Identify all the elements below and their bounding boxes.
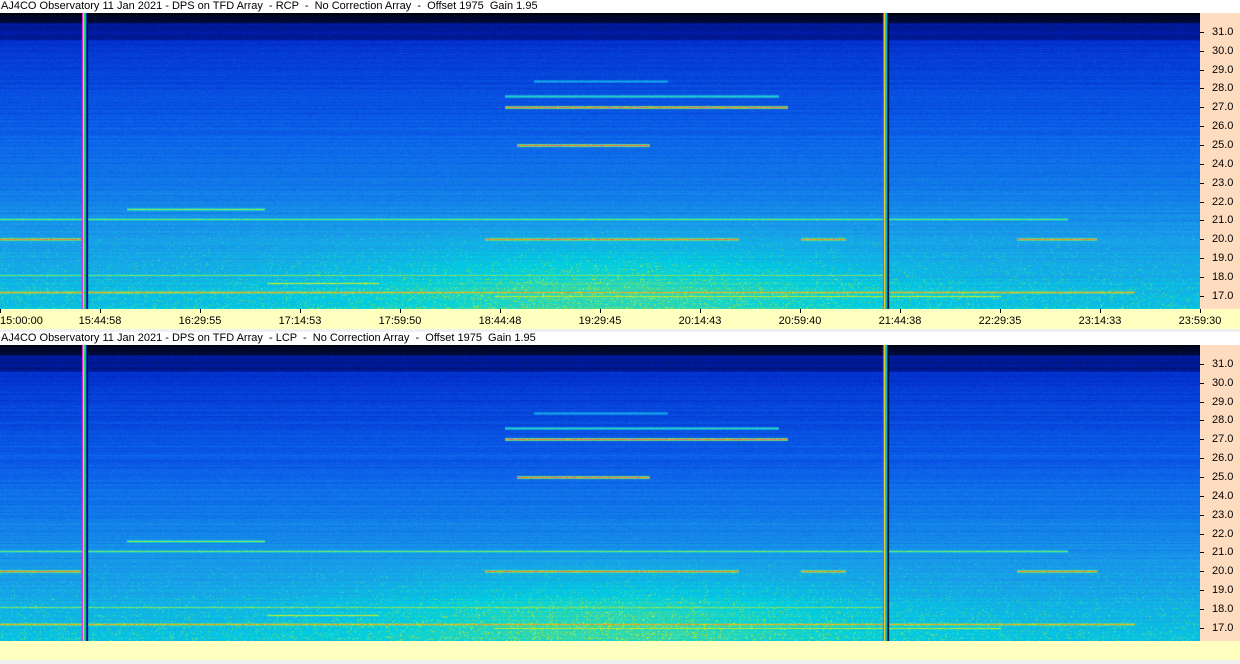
y-tick-label: 19.0 — [1212, 584, 1234, 597]
x-tick — [1200, 309, 1201, 313]
y-tick — [1200, 533, 1204, 535]
y-tick-label: 31.0 — [1212, 25, 1234, 38]
y-tick-label: 30.0 — [1212, 44, 1234, 57]
y-tick-label: 29.0 — [1212, 63, 1234, 76]
lcp-panel: AJ4CO Observatory 11 Jan 2021 - DPS on T… — [0, 332, 1240, 664]
y-tick — [1200, 401, 1204, 403]
x-tick-label: 15:44:58 — [78, 315, 122, 327]
x-tick — [100, 309, 101, 313]
x-tick-label: 19:29:45 — [578, 315, 622, 327]
rcp-time-axis: 15:00:00 15:44:58 16:29:55 17:14:53 17:59:50… — [0, 309, 1240, 329]
y-tick — [1200, 458, 1204, 460]
y-tick-label: 27.0 — [1212, 433, 1234, 446]
y-tick — [1200, 514, 1204, 516]
x-tick — [500, 309, 501, 313]
rcp-panel-title: AJ4CO Observatory 11 Jan 2021 - DPS on T… — [0, 0, 1240, 13]
y-tick-label: 20.0 — [1212, 565, 1234, 578]
y-tick-label: 23.0 — [1212, 176, 1234, 189]
y-tick — [1200, 627, 1204, 629]
x-tick — [700, 309, 701, 313]
y-tick — [1200, 182, 1204, 184]
y-tick-label: 23.0 — [1212, 508, 1234, 521]
x-tick — [900, 309, 901, 313]
y-tick-label: 28.0 — [1212, 82, 1234, 95]
y-tick-label: 17.0 — [1212, 621, 1234, 634]
rcp-frequency-axis: 31.0 30.0 29.0 28.0 27.0 26.0 25.0 24.0 23.0 22.0… — [1200, 13, 1240, 309]
y-tick-label: 21.0 — [1212, 214, 1234, 227]
lcp-spectrogram — [0, 345, 1200, 641]
y-tick-label: 24.0 — [1212, 489, 1234, 502]
lcp-frequency-axis: 31.0 30.0 29.0 28.0 27.0 26.0 25.0 24.0 23.0 22.0… — [1200, 345, 1240, 641]
lcp-time-axis — [0, 641, 1240, 660]
y-tick-label: 20.0 — [1212, 233, 1234, 246]
y-tick — [1200, 495, 1204, 497]
x-tick-label: 20:14:43 — [678, 315, 722, 327]
x-tick-label: 22:29:35 — [978, 315, 1022, 327]
x-tick — [1000, 309, 1001, 313]
x-tick-label: 21:44:38 — [878, 315, 922, 327]
x-tick-label: 16:29:55 — [178, 315, 222, 327]
y-tick — [1200, 88, 1204, 90]
y-tick — [1200, 220, 1204, 222]
y-tick-label: 22.0 — [1212, 195, 1234, 208]
x-tick-label: 15:00:00 — [0, 315, 43, 327]
x-tick — [0, 309, 1, 313]
y-tick-label: 27.0 — [1212, 101, 1234, 114]
y-tick — [1200, 363, 1204, 365]
y-tick — [1200, 69, 1204, 71]
y-tick — [1200, 552, 1204, 554]
x-tick-label: 23:59:30 — [1178, 315, 1222, 327]
x-tick — [800, 309, 801, 313]
y-tick — [1200, 201, 1204, 203]
y-tick — [1200, 476, 1204, 478]
x-tick-label: 17:59:50 — [378, 315, 422, 327]
y-tick — [1200, 107, 1204, 109]
x-tick-label: 20:59:40 — [778, 315, 822, 327]
rcp-spectrogram — [0, 13, 1200, 309]
lcp-panel-title: AJ4CO Observatory 11 Jan 2021 - DPS on T… — [0, 332, 1240, 345]
y-tick — [1200, 163, 1204, 165]
y-tick — [1200, 590, 1204, 592]
y-tick — [1200, 276, 1204, 278]
y-tick-label: 26.0 — [1212, 120, 1234, 133]
y-tick — [1200, 31, 1204, 33]
y-tick — [1200, 144, 1204, 146]
rcp-panel: AJ4CO Observatory 11 Jan 2021 - DPS on T… — [0, 0, 1240, 331]
y-tick — [1200, 571, 1204, 573]
y-tick — [1200, 420, 1204, 422]
y-tick-label: 30.0 — [1212, 376, 1234, 389]
x-tick — [1100, 309, 1101, 313]
y-tick-label: 24.0 — [1212, 157, 1234, 170]
y-tick-label: 19.0 — [1212, 252, 1234, 265]
y-tick-label: 22.0 — [1212, 527, 1234, 540]
y-tick-label: 29.0 — [1212, 395, 1234, 408]
y-tick-label: 21.0 — [1212, 546, 1234, 559]
y-tick-label: 26.0 — [1212, 452, 1234, 465]
x-tick — [300, 309, 301, 313]
y-tick — [1200, 126, 1204, 128]
x-tick-label: 17:14:53 — [278, 315, 322, 327]
y-tick — [1200, 258, 1204, 260]
y-tick-label: 25.0 — [1212, 138, 1234, 151]
y-tick-label: 31.0 — [1212, 357, 1234, 370]
y-tick — [1200, 239, 1204, 241]
x-tick — [400, 309, 401, 313]
y-tick — [1200, 382, 1204, 384]
x-tick-label: 23:14:33 — [1078, 315, 1122, 327]
y-tick — [1200, 295, 1204, 297]
y-tick — [1200, 608, 1204, 610]
y-tick — [1200, 439, 1204, 441]
y-tick-label: 17.0 — [1212, 289, 1234, 302]
y-tick-label: 18.0 — [1212, 602, 1234, 615]
x-tick-label: 18:44:48 — [478, 315, 522, 327]
y-tick-label: 28.0 — [1212, 414, 1234, 427]
x-tick — [600, 309, 601, 313]
y-tick-label: 18.0 — [1212, 270, 1234, 283]
x-tick — [200, 309, 201, 313]
y-tick-label: 25.0 — [1212, 470, 1234, 483]
y-tick — [1200, 50, 1204, 52]
